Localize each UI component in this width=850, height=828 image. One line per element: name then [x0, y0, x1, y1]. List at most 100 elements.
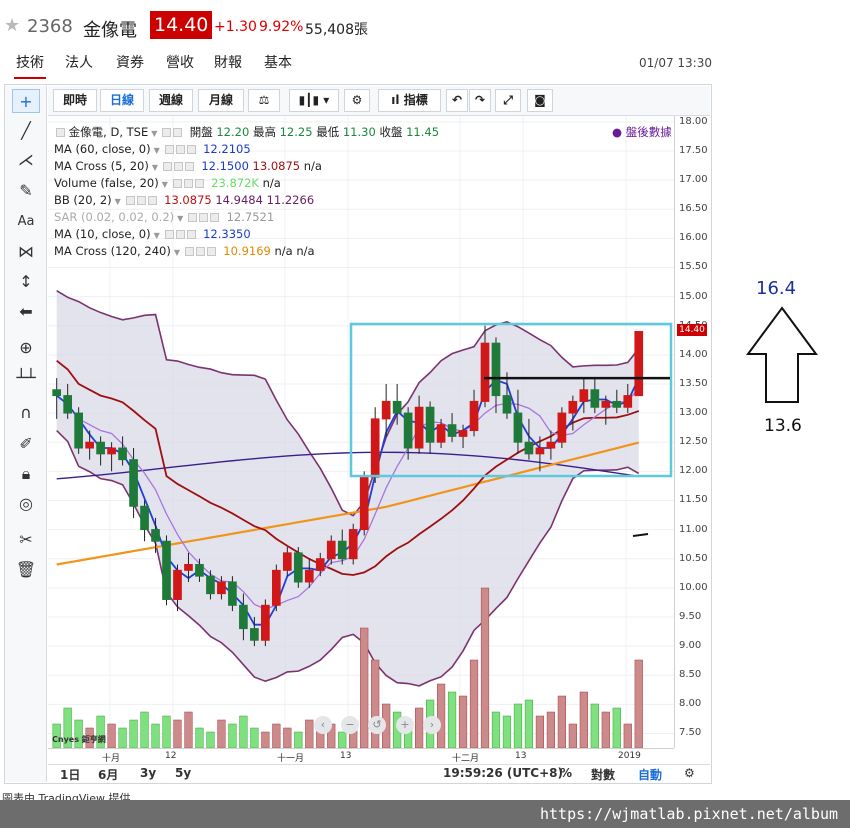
- volume-bar: [261, 731, 270, 748]
- y-tick-label: 16.50: [679, 203, 708, 215]
- settings-gear-icon[interactable]: ⚙: [344, 89, 370, 112]
- tools-icon[interactable]: ✂: [12, 528, 40, 552]
- candle-body: [601, 400, 611, 408]
- candle-body: [348, 529, 358, 560]
- legend-value: 11.2266: [266, 193, 315, 207]
- high-label: 最高: [252, 125, 276, 139]
- compare-icon[interactable]: ⚖: [248, 89, 280, 112]
- interval-weekly-button[interactable]: 週線: [149, 89, 193, 112]
- x-tick-label: 13: [515, 751, 527, 761]
- zoom-out-icon[interactable]: −: [341, 716, 359, 734]
- volume-bar: [458, 695, 468, 748]
- legend-value: 23.872K: [211, 176, 263, 190]
- range-1d[interactable]: 1日: [60, 766, 80, 783]
- legend-row[interactable]: MA (10, close, 0) ▼ 12.3350: [54, 226, 439, 243]
- log-toggle[interactable]: 對數: [591, 766, 615, 783]
- tab-financials[interactable]: 財報: [212, 52, 244, 72]
- measure-icon[interactable]: ↕: [12, 270, 40, 294]
- candle-body: [403, 412, 413, 449]
- arrow-left-icon[interactable]: ⬅: [12, 300, 40, 324]
- range-5y[interactable]: 5y: [175, 766, 191, 780]
- volume-bar: [436, 683, 446, 748]
- candle-body: [195, 564, 204, 577]
- camera-icon[interactable]: ◙: [527, 89, 553, 112]
- legend-label: MA (60, close, 0): [54, 142, 151, 156]
- legend-main[interactable]: 金像電, D, TSE ▼ 開盤 12.20 最高 12.25 最低 11.30 …: [54, 124, 439, 141]
- trash-icon[interactable]: 🗑︎: [12, 558, 40, 582]
- low-value: 11.30: [342, 125, 376, 139]
- fullscreen-icon[interactable]: ⤢: [495, 89, 521, 112]
- lock-drawings-icon[interactable]: ✐: [12, 432, 40, 456]
- volume-bar: [294, 731, 303, 748]
- auto-toggle[interactable]: 自動: [638, 766, 662, 783]
- credit-text: 圖表由 TradingView 提供: [2, 792, 131, 800]
- brush-icon[interactable]: ✎: [12, 179, 40, 203]
- album-url[interactable]: https://wjmatlab.pixnet.net/album: [540, 805, 838, 823]
- legend-row[interactable]: BB (20, 2) ▼ 13.0875 14.9484 11.2266: [54, 192, 439, 209]
- price-axis[interactable]: 18.0017.5017.0016.5016.0015.5015.0014.50…: [674, 116, 710, 748]
- candle-body: [173, 569, 182, 600]
- zoom-in-icon[interactable]: ⊕: [12, 336, 40, 360]
- legend-label: MA Cross (120, 240): [54, 244, 171, 258]
- stock-code: 2368: [27, 16, 73, 37]
- candle-body: [315, 558, 325, 571]
- candle-body: [118, 447, 127, 461]
- legend-row[interactable]: MA Cross (5, 20) ▼ 12.1500 13.0875 n/a: [54, 158, 439, 175]
- indicator-legend: 金像電, D, TSE ▼ 開盤 12.20 最高 12.25 最低 11.30 …: [54, 124, 439, 260]
- magnet-icon[interactable]: ∩: [12, 401, 40, 425]
- reset-icon[interactable]: ↺: [368, 716, 386, 734]
- star-icon[interactable]: ★: [4, 15, 20, 36]
- legend-value: 12.2105: [203, 142, 251, 156]
- tab-revenue[interactable]: 營收: [164, 52, 196, 72]
- chart-bottom-bar: 1日 6月 3y 5y 19:59:26 (UTC+8) % 對數 自動 ⚙: [48, 764, 710, 782]
- candle-body: [546, 441, 556, 449]
- volume-bar: [118, 727, 127, 748]
- fib-icon[interactable]: ⋌: [12, 148, 40, 172]
- candle-body: [228, 581, 237, 606]
- zoom-in-small-icon[interactable]: +: [396, 716, 414, 734]
- gear-icon[interactable]: ⚙: [684, 766, 695, 780]
- range-3y[interactable]: 3y: [140, 766, 156, 780]
- legend-row[interactable]: MA (60, close, 0) ▼ 12.2105: [54, 141, 439, 158]
- hide-icon[interactable]: ◎: [12, 492, 40, 516]
- interval-daily-button[interactable]: 日線: [100, 89, 144, 112]
- tab-institutional[interactable]: 法人: [63, 52, 95, 72]
- redo-icon[interactable]: ↷: [469, 89, 491, 112]
- interval-monthly-button[interactable]: 月線: [198, 89, 244, 112]
- pattern-icon[interactable]: ⋈: [12, 240, 40, 264]
- y-tick-label: 9.50: [679, 610, 702, 622]
- percent-toggle[interactable]: %: [560, 766, 572, 780]
- candle-body: [337, 540, 347, 560]
- tab-margin[interactable]: 資券: [114, 52, 146, 72]
- candle-body: [162, 540, 171, 600]
- ruler-icon[interactable]: ┴┴: [12, 366, 40, 390]
- time-axis[interactable]: 十月 12 十一月 13 十二月 13 2019: [48, 748, 674, 764]
- lock-icon[interactable]: 🔒︎: [12, 462, 40, 486]
- text-icon[interactable]: Aa: [12, 210, 40, 234]
- y-tick-label: 13.00: [679, 407, 708, 419]
- x-tick-label: 十一月: [277, 754, 305, 764]
- scroll-left-icon[interactable]: ‹: [314, 716, 332, 734]
- legend-row[interactable]: SAR (0.02, 0.02, 0.2) ▼ 12.7521: [54, 209, 439, 226]
- candle-body: [491, 342, 501, 397]
- scroll-right-icon[interactable]: ›: [423, 716, 441, 734]
- y-tick-label: 18.00: [679, 115, 708, 127]
- last-price-tag: 14.40: [677, 324, 707, 336]
- tab-technical[interactable]: 技術: [14, 52, 46, 79]
- legend-row[interactable]: MA Cross (120, 240) ▼ 10.9169 n/a n/a: [54, 243, 439, 260]
- legend-value: 12.7521: [226, 210, 275, 224]
- post-market-data[interactable]: ● 盤後數據: [612, 124, 672, 140]
- range-6m[interactable]: 6月: [98, 766, 118, 783]
- legend-row[interactable]: Volume (false, 20) ▼ 23.872K n/a: [54, 175, 439, 192]
- quote-header: ★ 2368 金像電 14.40 +1.30 9.92% 55,408張: [0, 10, 850, 44]
- undo-icon[interactable]: ↶: [446, 89, 468, 112]
- interval-realtime-button[interactable]: 即時: [53, 89, 97, 112]
- collapse-icon[interactable]: [56, 128, 65, 137]
- crosshair-icon[interactable]: +: [12, 89, 40, 113]
- trendline-icon[interactable]: ╱: [12, 119, 40, 143]
- candle-body: [513, 412, 523, 443]
- candle-style-icon[interactable]: ▮┃▮ ▾: [289, 89, 339, 112]
- legend-label: MA Cross (5, 20): [54, 159, 149, 173]
- tab-basic[interactable]: 基本: [262, 52, 294, 72]
- indicators-button[interactable]: ıl 指標: [378, 89, 441, 112]
